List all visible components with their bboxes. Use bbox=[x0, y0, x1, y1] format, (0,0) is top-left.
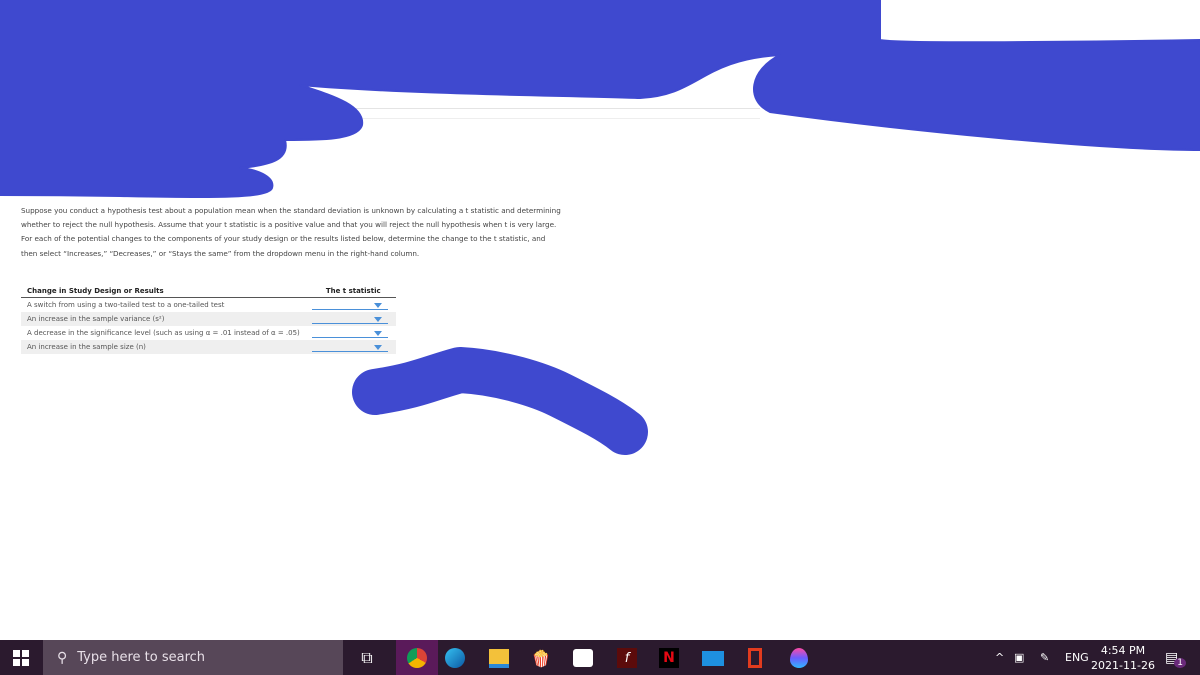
table-row: An increase in the sample size (n) bbox=[21, 340, 396, 354]
divider bbox=[300, 118, 760, 119]
show-hidden-icons[interactable]: ^ bbox=[995, 640, 1004, 675]
table-row: An increase in the sample variance (s²) bbox=[21, 312, 396, 326]
notification-icon[interactable]: ▤ 1 bbox=[1165, 640, 1186, 675]
mail-icon[interactable] bbox=[698, 644, 728, 672]
t-statistic-dropdown[interactable] bbox=[312, 342, 388, 352]
edge-icon[interactable] bbox=[440, 644, 470, 672]
file-explorer-icon[interactable] bbox=[484, 644, 514, 672]
netflix-icon[interactable]: N bbox=[654, 644, 684, 672]
row-label: A switch from using a two-tailed test to… bbox=[27, 301, 225, 309]
prompt-paragraph: For each of the potential changes to the… bbox=[21, 234, 546, 258]
popcorn-time-icon[interactable]: 🍿 bbox=[526, 644, 556, 672]
microsoft-store-icon[interactable] bbox=[568, 644, 598, 672]
date: 2021-11-26 bbox=[1091, 659, 1155, 672]
search-icon: ⚲ bbox=[57, 649, 68, 666]
clock[interactable]: 4:54 PM 2021-11-26 bbox=[1088, 643, 1158, 673]
taskbar: ⚲ Type here to search ⧉ 🍿 f N ^ ▣ ✎ ENG … bbox=[0, 640, 1200, 675]
column-header: Change in Study Design or Results bbox=[21, 285, 305, 298]
task-view-icon[interactable]: ⧉ bbox=[352, 644, 382, 672]
prompt-paragraph: Suppose you conduct a hypothesis test ab… bbox=[21, 206, 561, 230]
row-label: A decrease in the significance level (su… bbox=[27, 329, 300, 337]
column-header: The t statistic bbox=[304, 285, 396, 298]
chrome-icon[interactable] bbox=[396, 640, 438, 675]
answer-table: Change in Study Design or Results The t … bbox=[21, 285, 396, 354]
search-placeholder: Type here to search bbox=[77, 650, 206, 665]
office-icon[interactable] bbox=[740, 644, 770, 672]
taskbar-search[interactable]: ⚲ Type here to search bbox=[43, 640, 343, 675]
t-statistic-dropdown[interactable] bbox=[312, 300, 388, 310]
question-prompt: Suppose you conduct a hypothesis test ab… bbox=[21, 204, 561, 261]
table-row: A decrease in the significance level (su… bbox=[21, 326, 396, 340]
flash-player-icon[interactable]: f bbox=[612, 644, 642, 672]
windows-icon bbox=[13, 649, 29, 666]
notification-badge: 1 bbox=[1174, 657, 1186, 668]
language-indicator[interactable]: ENG bbox=[1065, 640, 1089, 675]
start-button[interactable] bbox=[0, 640, 42, 675]
row-label: An increase in the sample variance (s²) bbox=[21, 312, 305, 326]
table-row: A switch from using a two-tailed test to… bbox=[21, 298, 396, 313]
pen-icon[interactable]: ✎ bbox=[1040, 640, 1049, 675]
meet-now-icon[interactable]: ▣ bbox=[1014, 640, 1024, 675]
t-statistic-dropdown[interactable] bbox=[312, 314, 388, 324]
row-label: An increase in the sample size (n) bbox=[21, 340, 305, 354]
divider bbox=[300, 108, 760, 109]
paint-icon[interactable] bbox=[784, 644, 814, 672]
t-statistic-dropdown[interactable] bbox=[312, 328, 388, 338]
time: 4:54 PM bbox=[1100, 644, 1146, 657]
